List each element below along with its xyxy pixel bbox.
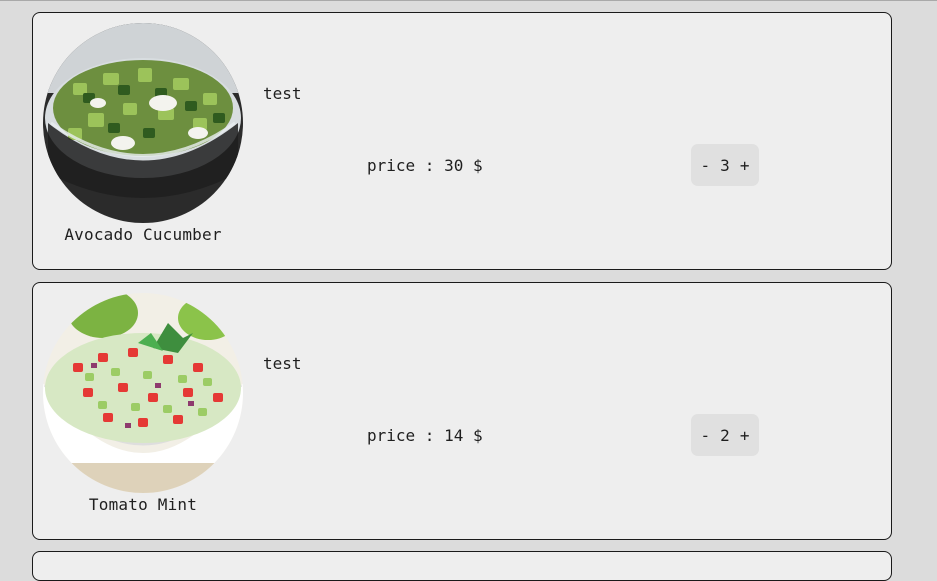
decrement-button[interactable]: - (701, 156, 711, 175)
increment-button[interactable]: + (740, 426, 750, 445)
product-card (32, 551, 892, 581)
quantity-stepper: - 3 + (691, 144, 759, 186)
top-divider (0, 0, 937, 1)
product-name: Tomato Mint (88, 495, 198, 514)
product-description: test (263, 84, 302, 103)
quantity-value: 3 (720, 155, 730, 175)
quantity-stepper: - 2 + (691, 414, 759, 456)
product-card: Avocado Cucumber test price : 30 $ - 3 + (32, 12, 892, 270)
product-description: test (263, 354, 302, 373)
product-image (43, 23, 243, 223)
product-price: price : 14 $ (367, 426, 483, 445)
increment-button[interactable]: + (740, 156, 750, 175)
product-card: Tomato Mint test price : 14 $ - 2 + (32, 282, 892, 540)
quantity-value: 2 (720, 425, 730, 445)
product-image (43, 293, 243, 493)
product-name: Avocado Cucumber (64, 225, 222, 244)
decrement-button[interactable]: - (701, 426, 711, 445)
product-price: price : 30 $ (367, 156, 483, 175)
